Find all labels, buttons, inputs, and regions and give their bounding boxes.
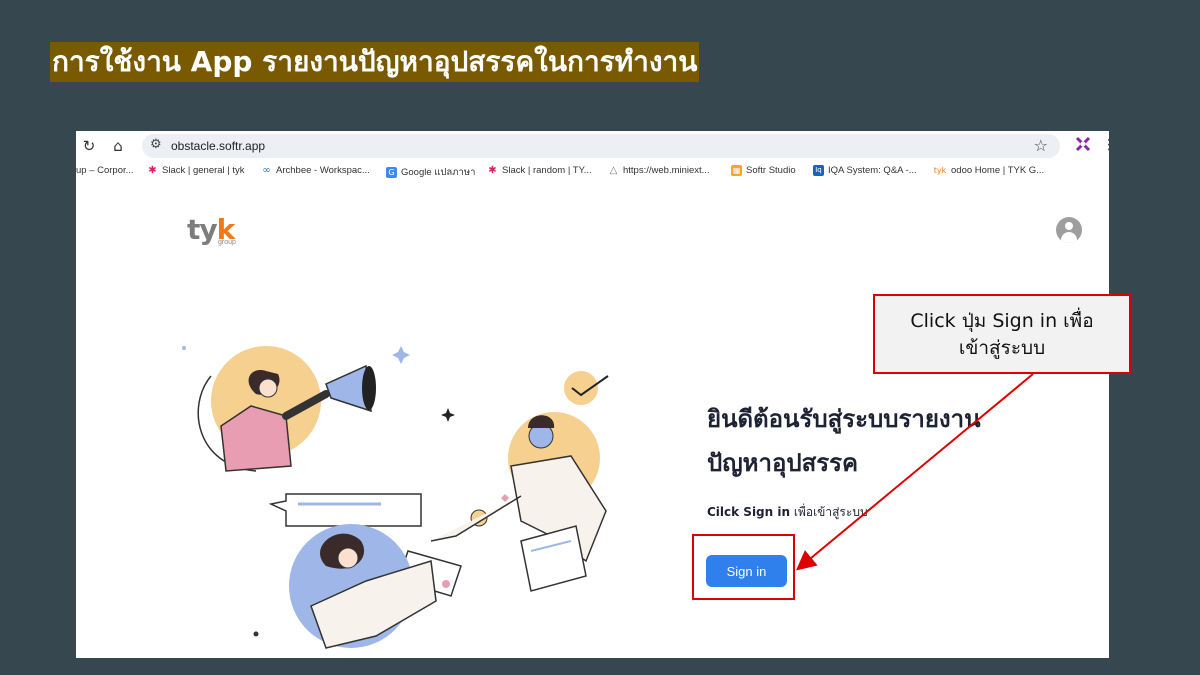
illustration-dot (182, 346, 186, 350)
welcome-line-1: ยินดีต้อนรับสู่ระบบรายงาน (707, 405, 981, 433)
illustration-sparkle (441, 408, 455, 422)
tyk-icon: tyk (933, 166, 947, 175)
illustration-heart (501, 494, 509, 502)
bookmark-item[interactable]: G Google แปลภาษา (386, 165, 475, 180)
browser-screenshot: ↻ ⌂ ⚙ obstacle.softr.app ☆ ⋮ up – Corpor… (76, 131, 1109, 658)
browser-menu-icon[interactable]: ⋮ (1102, 137, 1109, 153)
miniext-icon: △ (609, 165, 618, 176)
bookmark-item[interactable]: ∞ Archbee - Workspac... (261, 165, 370, 176)
bookmark-item[interactable]: ✱ Slack | general | tyk (147, 165, 245, 176)
slack-icon: ✱ (488, 165, 497, 176)
welcome-line-2: ปัญหาอุปสรรค (707, 449, 859, 477)
slack-icon: ✱ (148, 165, 157, 176)
bookmark-item[interactable]: Iq IQA System: Q&A -... (813, 165, 917, 176)
softr-icon: ▦ (731, 165, 742, 176)
url-text[interactable]: obstacle.softr.app (171, 139, 265, 153)
welcome-heading: ยินดีต้อนรับสู่ระบบรายงาน ปัญหาอุปสรรค (707, 397, 1077, 485)
illustration-dot (253, 631, 259, 637)
sign-in-highlight-box (692, 534, 795, 600)
extension-icon[interactable] (1074, 135, 1092, 153)
bookmark-label: Google แปลภาษา (401, 167, 476, 178)
bookmark-label: https://web.miniext... (623, 165, 710, 176)
illustration-handshake-arm (430, 495, 522, 542)
welcome-illustration (182, 346, 609, 649)
callout-line-2: เข้าสู่ระบบ (958, 337, 1046, 359)
illustration-speech-bubble (268, 493, 422, 527)
bookmark-item[interactable]: up – Corpor... (76, 165, 134, 176)
bookmark-item[interactable]: △ https://web.miniext... (608, 165, 710, 176)
annotation-callout: Click ปุ่ม Sign in เพื่อ เข้าสู่ระบบ (873, 294, 1131, 374)
iqa-icon: Iq (813, 165, 824, 176)
user-avatar-icon[interactable] (1056, 217, 1082, 243)
address-bar[interactable]: ⚙ obstacle.softr.app ☆ (142, 134, 1060, 158)
bookmark-label: odoo Home | TYK G... (951, 165, 1045, 176)
bookmark-item[interactable]: tyk odoo Home | TYK G... (933, 165, 1044, 176)
logo-subtext: group (218, 239, 236, 246)
illustration-face (337, 547, 359, 569)
instruction-text: Cilck Sign in เพื่อเข้าสู่ระบบ (707, 503, 868, 522)
bookmark-label: Softr Studio (746, 165, 796, 176)
illustration-face (258, 378, 278, 398)
illustration-megaphone-mouth (362, 366, 376, 410)
illustration-clock (564, 371, 598, 405)
illustration-paper (520, 525, 587, 592)
site-settings-icon[interactable]: ⚙ (150, 137, 162, 152)
google-translate-icon: G (386, 167, 397, 178)
callout-line-1: Click ปุ่ม Sign in เพื่อ (910, 310, 1094, 332)
home-icon[interactable]: ⌂ (109, 137, 127, 155)
instruction-rest: เพื่อเข้าสู่ระบบ (790, 505, 868, 519)
illustration-sparkle (392, 346, 410, 364)
slide-title: การใช้งาน App รายงานปัญหาอุปสรรคในการทำง… (50, 42, 700, 82)
bookmark-label: up – Corpor... (76, 165, 134, 176)
bookmark-label: Slack | random | TY... (502, 165, 592, 176)
logo-main-text: ty (187, 213, 218, 246)
instruction-bold: Cilck Sign in (707, 505, 791, 519)
reload-icon[interactable]: ↻ (80, 137, 98, 155)
bookmarks-bar: up – Corpor... ✱ Slack | general | tyk ∞… (76, 163, 1109, 183)
bookmark-label: Slack | general | tyk (162, 165, 245, 176)
bookmark-item[interactable]: ▦ Softr Studio (731, 165, 796, 176)
archbee-icon: ∞ (262, 165, 271, 176)
bookmark-item[interactable]: ✱ Slack | random | TY... (487, 165, 592, 176)
browser-toolbar: ↻ ⌂ ⚙ obstacle.softr.app ☆ ⋮ (76, 131, 1109, 161)
bookmark-label: Archbee - Workspac... (276, 165, 370, 176)
bookmark-label: IQA System: Q&A -... (828, 165, 917, 176)
illustration-dot (442, 580, 450, 588)
bookmark-star-icon[interactable]: ☆ (1034, 136, 1048, 155)
